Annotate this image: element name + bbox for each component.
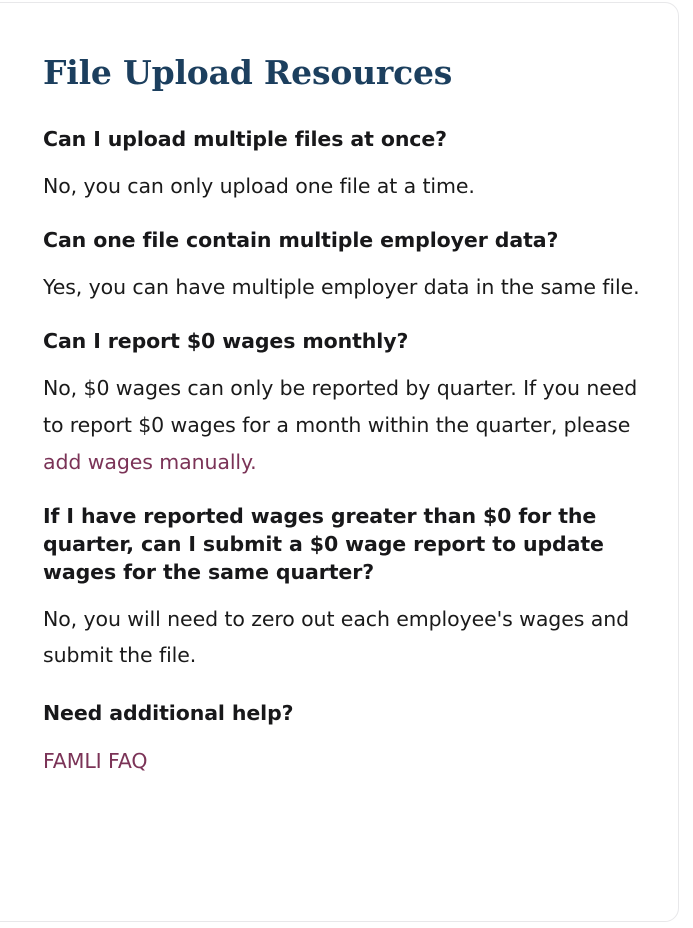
- file-upload-resources-card: File Upload Resources Can I upload multi…: [0, 2, 679, 922]
- faq-answer: No, you will need to zero out each emplo…: [43, 607, 629, 667]
- faq-question: Can I report $0 wages monthly?: [43, 329, 409, 353]
- additional-help-section: Need additional help? FAMLI FAQ: [43, 699, 643, 776]
- faq-item-upload-multiple-files: Can I upload multiple files at once? No,…: [43, 125, 643, 205]
- faq-answer-text: No, $0 wages can only be reported by qua…: [43, 376, 638, 437]
- page-title: File Upload Resources: [43, 53, 453, 92]
- faq-question: Can one file contain multiple employer d…: [43, 228, 559, 252]
- faq-answer: No, you can only upload one file at a ti…: [43, 174, 475, 198]
- faq-item-multiple-employer-data: Can one file contain multiple employer d…: [43, 226, 643, 306]
- famli-faq-link[interactable]: FAMLI FAQ: [43, 746, 148, 776]
- faq-list: Can I upload multiple files at once? No,…: [43, 125, 643, 776]
- faq-answer: Yes, you can have multiple employer data…: [43, 275, 640, 299]
- faq-item-zero-wage-report-update: If I have reported wages greater than $0…: [43, 502, 643, 673]
- additional-help-heading: Need additional help?: [43, 701, 294, 725]
- card-content: File Upload Resources Can I upload multi…: [1, 3, 678, 921]
- faq-question: Can I upload multiple files at once?: [43, 127, 447, 151]
- faq-answer: No, $0 wages can only be reported by qua…: [43, 370, 643, 481]
- faq-question: If I have reported wages greater than $0…: [43, 504, 604, 584]
- add-wages-manually-link[interactable]: add wages manually.: [43, 450, 257, 474]
- faq-item-zero-wages-monthly: Can I report $0 wages monthly? No, $0 wa…: [43, 327, 643, 481]
